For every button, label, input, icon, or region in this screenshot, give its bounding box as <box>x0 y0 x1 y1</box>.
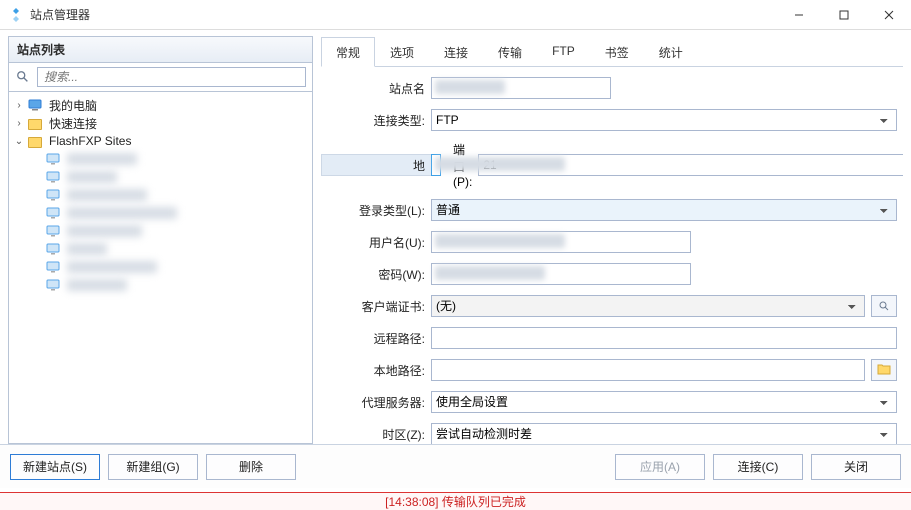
cert-select[interactable]: (无) <box>431 295 865 317</box>
tab-连接[interactable]: 连接 <box>429 37 483 67</box>
window-title: 站点管理器 <box>30 6 776 23</box>
minimize-button[interactable] <box>776 0 821 30</box>
site-icon <box>45 169 61 185</box>
tab-选项[interactable]: 选项 <box>375 37 429 67</box>
site-list-panel: 站点列表 › 我的电脑 › 快速连接 ⌄ FlashFXP Sites <box>8 36 313 444</box>
folder-icon <box>27 133 43 149</box>
username-input[interactable] <box>431 231 691 253</box>
tree-item-label <box>67 207 177 219</box>
tree-item-label: FlashFXP Sites <box>49 134 131 148</box>
tab-bar: 常规选项连接传输FTP书签统计 <box>321 36 903 67</box>
site-icon <box>45 187 61 203</box>
site-icon <box>45 205 61 221</box>
conn-type-select[interactable]: FTP <box>431 109 897 131</box>
site-name-label: 站点名 <box>321 80 431 97</box>
tree-item-快速连接[interactable]: › 快速连接 <box>9 114 312 132</box>
search-input[interactable] <box>37 67 306 87</box>
tab-FTP[interactable]: FTP <box>537 37 590 67</box>
tree-item-我的电脑[interactable]: › 我的电脑 <box>9 96 312 114</box>
tree-site-item[interactable] <box>9 150 312 168</box>
tree-expand-icon[interactable]: ⌄ <box>13 136 25 147</box>
browse-folder-button[interactable] <box>871 359 897 381</box>
remote-path-input[interactable] <box>431 327 897 349</box>
folder-icon <box>877 363 891 378</box>
proxy-label: 代理服务器: <box>321 394 431 411</box>
remote-path-label: 远程路径: <box>321 330 431 347</box>
password-input[interactable] <box>431 263 691 285</box>
tree-site-item[interactable] <box>9 222 312 240</box>
site-tree[interactable]: › 我的电脑 › 快速连接 ⌄ FlashFXP Sites <box>8 92 313 444</box>
close-dialog-button[interactable]: 关闭 <box>811 454 901 480</box>
username-label: 用户名(U): <box>321 234 431 251</box>
search-bar <box>8 63 313 92</box>
tab-统计[interactable]: 统计 <box>644 37 698 67</box>
tree-item-label: 我的电脑 <box>49 97 97 114</box>
tree-site-item[interactable] <box>9 240 312 258</box>
timezone-select[interactable]: 尝试自动检测时差 <box>431 423 897 444</box>
tab-书签[interactable]: 书签 <box>590 37 644 67</box>
tree-item-label <box>67 261 157 273</box>
password-label: 密码(W): <box>321 266 431 283</box>
delete-button[interactable]: 删除 <box>206 454 296 480</box>
tree-site-item[interactable] <box>9 204 312 222</box>
tree-expand-icon[interactable]: › <box>13 100 25 111</box>
tree-site-item[interactable] <box>9 276 312 294</box>
login-type-label: 登录类型(L): <box>321 202 431 219</box>
site-icon <box>45 151 61 167</box>
tab-常规[interactable]: 常规 <box>321 37 375 67</box>
site-list-header: 站点列表 <box>8 36 313 63</box>
site-icon <box>45 241 61 257</box>
status-text: [14:38:08] 传输队列已完成 <box>385 493 526 510</box>
local-path-label: 本地路径: <box>321 362 431 379</box>
login-type-select[interactable]: 普通 <box>431 199 897 221</box>
status-bar: [14:38:08] 传输队列已完成 <box>0 492 911 510</box>
address-input[interactable] <box>431 154 441 176</box>
tree-expand-icon[interactable]: › <box>13 118 25 129</box>
pc-icon <box>27 97 43 113</box>
tree-item-label <box>67 171 117 183</box>
tree-item-FlashFXP Sites[interactable]: ⌄ FlashFXP Sites <box>9 132 312 150</box>
folder-icon <box>27 115 43 131</box>
titlebar: 站点管理器 <box>0 0 911 30</box>
maximize-button[interactable] <box>821 0 866 30</box>
site-icon <box>45 259 61 275</box>
detail-panel: 常规选项连接传输FTP书签统计 站点名 连接类型: FTP 地 端口(P): 登… <box>321 36 903 444</box>
tab-传输[interactable]: 传输 <box>483 37 537 67</box>
search-icon <box>15 69 31 85</box>
new-site-button[interactable]: 新建站点(S) <box>10 454 100 480</box>
tree-item-label <box>67 153 137 165</box>
site-icon <box>45 277 61 293</box>
tree-item-label <box>67 243 107 255</box>
tree-site-item[interactable] <box>9 258 312 276</box>
footer-bar: 新建站点(S) 新建组(G) 删除 应用(A) 连接(C) 关闭 <box>0 444 911 488</box>
tree-item-label <box>67 225 142 237</box>
new-group-button[interactable]: 新建组(G) <box>108 454 198 480</box>
close-button[interactable] <box>866 0 911 30</box>
proxy-select[interactable]: 使用全局设置 <box>431 391 897 413</box>
address-label: 地 <box>321 154 431 176</box>
tree-site-item[interactable] <box>9 186 312 204</box>
site-name-input[interactable] <box>431 77 611 99</box>
local-path-input[interactable] <box>431 359 865 381</box>
cert-browse-button[interactable] <box>871 295 897 317</box>
tree-item-label: 快速连接 <box>49 115 97 132</box>
cert-label: 客户端证书: <box>321 298 431 315</box>
connect-button[interactable]: 连接(C) <box>713 454 803 480</box>
tree-item-label <box>67 189 147 201</box>
apply-button[interactable]: 应用(A) <box>615 454 705 480</box>
site-icon <box>45 223 61 239</box>
general-form: 站点名 连接类型: FTP 地 端口(P): 登录类型(L): 普通 <box>321 67 903 444</box>
app-logo-icon <box>8 7 24 23</box>
tree-site-item[interactable] <box>9 168 312 186</box>
timezone-label: 时区(Z): <box>321 426 431 443</box>
tree-item-label <box>67 279 127 291</box>
conn-type-label: 连接类型: <box>321 112 431 129</box>
